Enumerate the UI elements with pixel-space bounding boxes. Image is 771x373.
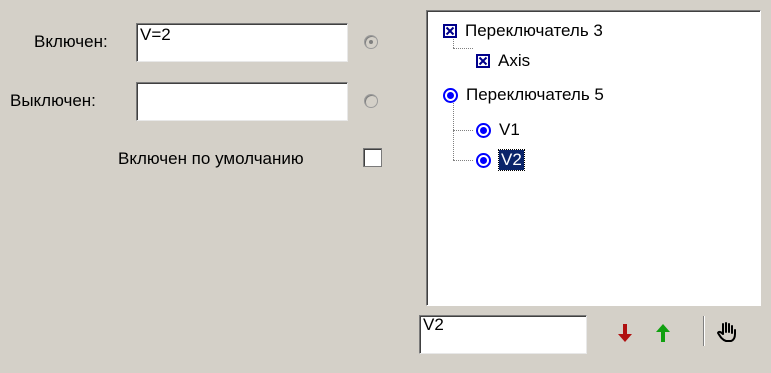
tree-node-axis[interactable]: Axis [476,49,530,73]
off-label: Выключен: [10,91,96,110]
tree-connector [453,48,473,49]
selected-value-input[interactable]: V2 [419,315,587,354]
off-radio[interactable] [364,94,378,108]
arrow-down-icon [618,324,632,342]
hand-cursor-icon [717,322,736,342]
default-on-label: Включен по умолчанию [118,149,304,168]
tree-connector [453,160,473,161]
tree-node-switch-5[interactable]: Переключатель 5 [443,83,604,107]
tree-node-label: Переключатель 3 [465,21,603,40]
tree-node-switch-3[interactable]: Переключатель 3 [443,19,603,43]
tree-node-label-selected: V2 [498,149,525,171]
move-down-button[interactable] [612,320,638,346]
tree-node-label: Axis [498,51,531,70]
off-value-input[interactable] [136,82,348,121]
tree-view[interactable]: Переключатель 3 Axis Переключатель 5 V1 … [426,10,761,306]
move-up-button[interactable] [650,320,676,346]
checkbox-checked-icon[interactable] [476,54,490,68]
radio-checked-icon[interactable] [476,122,491,138]
arrow-up-icon [656,324,670,342]
default-on-checkbox[interactable] [363,148,382,167]
on-value-input[interactable]: V=2 [136,23,348,62]
radio-checked-icon[interactable] [476,152,491,168]
tree-node-label: V1 [499,120,520,139]
tree-node-v1[interactable]: V1 [476,118,520,142]
tree-connector [453,130,473,131]
toolbar-separator [703,316,705,346]
hand-tool-button[interactable] [714,319,740,345]
on-radio[interactable] [364,35,378,49]
radio-checked-icon[interactable] [443,87,458,103]
tree-node-label: Переключатель 5 [466,85,604,104]
checkbox-checked-icon[interactable] [443,24,457,38]
tree-node-v2[interactable]: V2 [476,148,525,172]
on-label: Включен: [34,32,108,51]
